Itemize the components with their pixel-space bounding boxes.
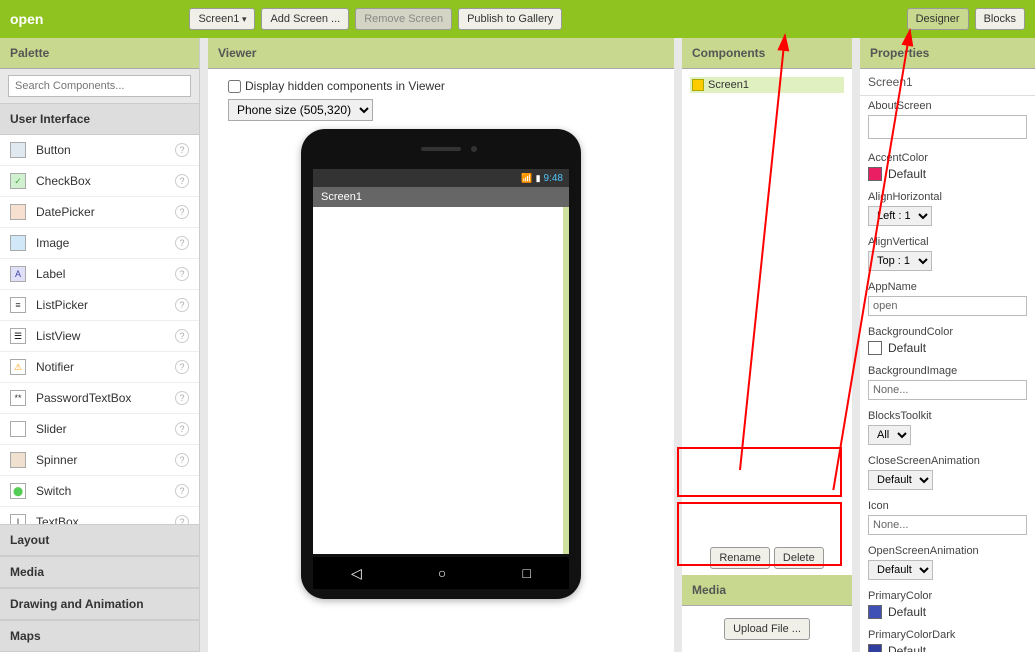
- button-icon: [10, 142, 26, 158]
- properties-header: Properties: [860, 38, 1035, 69]
- media-header: Media: [682, 575, 852, 606]
- palette-item-datepicker[interactable]: DatePicker?: [0, 197, 199, 228]
- textbox-icon: I: [10, 514, 26, 524]
- palette-item-switch[interactable]: ⬤Switch?: [0, 476, 199, 507]
- phone-frame: 📶 ▮ 9:48 Screen1 ◁ ○ □: [301, 129, 581, 599]
- listpicker-icon: ≡: [10, 297, 26, 313]
- palette-item-notifier[interactable]: ⚠Notifier?: [0, 352, 199, 383]
- password-icon: **: [10, 390, 26, 406]
- hidden-components-checkbox-label[interactable]: Display hidden components in Viewer: [228, 79, 445, 93]
- user-interface-section[interactable]: User Interface: [0, 103, 199, 135]
- blocks-toolkit-select[interactable]: All: [868, 425, 911, 445]
- help-icon[interactable]: ?: [175, 391, 189, 405]
- help-icon[interactable]: ?: [175, 360, 189, 374]
- media-section[interactable]: Media: [0, 556, 199, 588]
- palette-item-checkbox[interactable]: ✓CheckBox?: [0, 166, 199, 197]
- help-icon[interactable]: ?: [175, 143, 189, 157]
- help-icon[interactable]: ?: [175, 422, 189, 436]
- delete-button[interactable]: Delete: [774, 547, 824, 569]
- image-icon: [10, 235, 26, 251]
- properties-subtitle: Screen1: [860, 69, 1035, 96]
- palette-item-passwordtextbox[interactable]: **PasswordTextBox?: [0, 383, 199, 414]
- help-icon[interactable]: ?: [175, 484, 189, 498]
- slider-icon: [10, 421, 26, 437]
- recent-icon: □: [522, 565, 530, 581]
- viewer-panel: Viewer Display hidden components in View…: [208, 38, 674, 652]
- help-icon[interactable]: ?: [175, 236, 189, 250]
- help-icon[interactable]: ?: [175, 298, 189, 312]
- align-horizontal-select[interactable]: Left : 1: [868, 206, 932, 226]
- viewer-header: Viewer: [208, 38, 674, 69]
- accent-color-picker[interactable]: Default: [868, 167, 1027, 181]
- status-bar: 📶 ▮ 9:48: [313, 169, 569, 187]
- palette-panel: Palette User Interface Button? ✓CheckBox…: [0, 38, 200, 652]
- screen-content[interactable]: [313, 207, 569, 554]
- open-anim-select[interactable]: Default: [868, 560, 933, 580]
- palette-item-listpicker[interactable]: ≡ListPicker?: [0, 290, 199, 321]
- home-icon: ○: [438, 565, 446, 581]
- switch-icon: ⬤: [10, 483, 26, 499]
- phone-size-select[interactable]: Phone size (505,320): [228, 99, 373, 121]
- designer-tab-button[interactable]: Designer: [907, 8, 969, 30]
- publish-button[interactable]: Publish to Gallery: [458, 8, 562, 30]
- help-icon[interactable]: ?: [175, 329, 189, 343]
- add-screen-button[interactable]: Add Screen ...: [261, 8, 349, 30]
- palette-item-image[interactable]: Image?: [0, 228, 199, 259]
- datepicker-icon: [10, 204, 26, 220]
- phone-screen[interactable]: 📶 ▮ 9:48 Screen1: [313, 169, 569, 554]
- label-icon: A: [10, 266, 26, 282]
- remove-screen-button[interactable]: Remove Screen: [355, 8, 452, 30]
- help-icon[interactable]: ?: [175, 174, 189, 188]
- layout-section[interactable]: Layout: [0, 524, 199, 556]
- properties-panel: Properties Screen1 AboutScreen AccentCol…: [860, 38, 1035, 652]
- help-icon[interactable]: ?: [175, 267, 189, 281]
- maps-section[interactable]: Maps: [0, 620, 199, 652]
- search-components-input[interactable]: [8, 75, 191, 97]
- checkbox-icon: ✓: [10, 173, 26, 189]
- components-header: Components: [682, 38, 852, 69]
- primary-color-picker[interactable]: Default: [868, 605, 1027, 619]
- palette-item-spinner[interactable]: Spinner?: [0, 445, 199, 476]
- listview-icon: ☰: [10, 328, 26, 344]
- palette-item-textbox[interactable]: ITextBox?: [0, 507, 199, 524]
- palette-item-listview[interactable]: ☰ListView?: [0, 321, 199, 352]
- screen-icon: [692, 79, 704, 91]
- screen-title-bar: Screen1: [313, 187, 569, 207]
- signal-icon: ▮: [536, 173, 541, 184]
- palette-item-button[interactable]: Button?: [0, 135, 199, 166]
- spinner-icon: [10, 452, 26, 468]
- palette-item-label[interactable]: ALabel?: [0, 259, 199, 290]
- primary-color-dark-picker[interactable]: Default: [868, 644, 1027, 652]
- components-panel: Components Screen1 Rename Delete Media U…: [682, 38, 852, 652]
- help-icon[interactable]: ?: [175, 515, 189, 524]
- blocks-tab-button[interactable]: Blocks: [975, 8, 1025, 30]
- wifi-icon: 📶: [521, 173, 532, 184]
- upload-file-button[interactable]: Upload File ...: [724, 618, 810, 640]
- nav-bar: ◁ ○ □: [313, 557, 569, 589]
- hidden-components-checkbox[interactable]: [228, 80, 241, 93]
- palette-item-slider[interactable]: Slider?: [0, 414, 199, 445]
- rename-button[interactable]: Rename: [710, 547, 770, 569]
- component-tree-root[interactable]: Screen1: [690, 77, 844, 93]
- notifier-icon: ⚠: [10, 359, 26, 375]
- align-vertical-select[interactable]: Top : 1: [868, 251, 932, 271]
- icon-input[interactable]: [868, 515, 1027, 535]
- app-name-input[interactable]: [868, 296, 1027, 316]
- project-title: open: [10, 11, 43, 27]
- topbar: open Screen1 Add Screen ... Remove Scree…: [0, 0, 1035, 38]
- drawing-section[interactable]: Drawing and Animation: [0, 588, 199, 620]
- about-screen-input[interactable]: [868, 115, 1027, 139]
- bg-color-picker[interactable]: Default: [868, 341, 1027, 355]
- screen-select-button[interactable]: Screen1: [189, 8, 255, 30]
- bg-image-input[interactable]: [868, 380, 1027, 400]
- palette-header: Palette: [0, 38, 199, 69]
- status-time: 9:48: [544, 173, 563, 184]
- help-icon[interactable]: ?: [175, 205, 189, 219]
- close-anim-select[interactable]: Default: [868, 470, 933, 490]
- help-icon[interactable]: ?: [175, 453, 189, 467]
- back-icon: ◁: [351, 565, 362, 582]
